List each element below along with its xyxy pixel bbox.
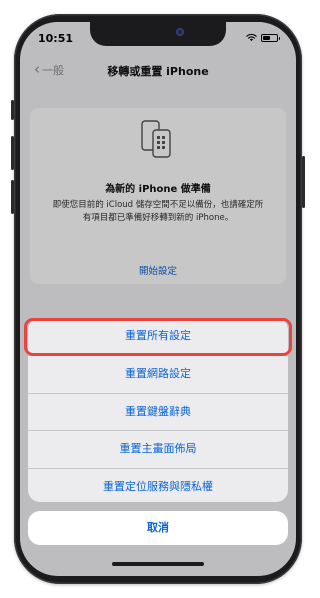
wifi-icon <box>246 33 257 42</box>
volume-down-button <box>11 180 14 214</box>
volume-up-button <box>11 136 14 170</box>
reset-location-privacy-button[interactable]: 重置定位服務與隱私權 <box>28 469 288 502</box>
battery-icon <box>261 33 280 42</box>
notch <box>90 22 226 46</box>
action-sheet: 重置所有設定 重置網路設定 重置鍵盤辭典 重置主畫面佈局 重置定位服務與隱私權 <box>28 318 288 502</box>
screen: 10:51 ‹ 一般 移轉或重置 iPhone 為新的 iPhone 做準備 即… <box>20 22 296 576</box>
action-button <box>11 100 14 120</box>
cancel-button[interactable]: 取消 <box>28 511 288 545</box>
status-icons <box>246 33 280 42</box>
camera-icon <box>176 28 184 36</box>
power-button <box>302 156 305 208</box>
reset-all-settings-button[interactable]: 重置所有設定 <box>28 318 288 356</box>
reset-keyboard-dictionary-button[interactable]: 重置鍵盤辭典 <box>28 394 288 432</box>
home-indicator[interactable] <box>112 562 204 566</box>
reset-network-settings-button[interactable]: 重置網路設定 <box>28 356 288 394</box>
status-time: 10:51 <box>38 32 74 45</box>
reset-home-screen-layout-button[interactable]: 重置主畫面佈局 <box>28 431 288 470</box>
